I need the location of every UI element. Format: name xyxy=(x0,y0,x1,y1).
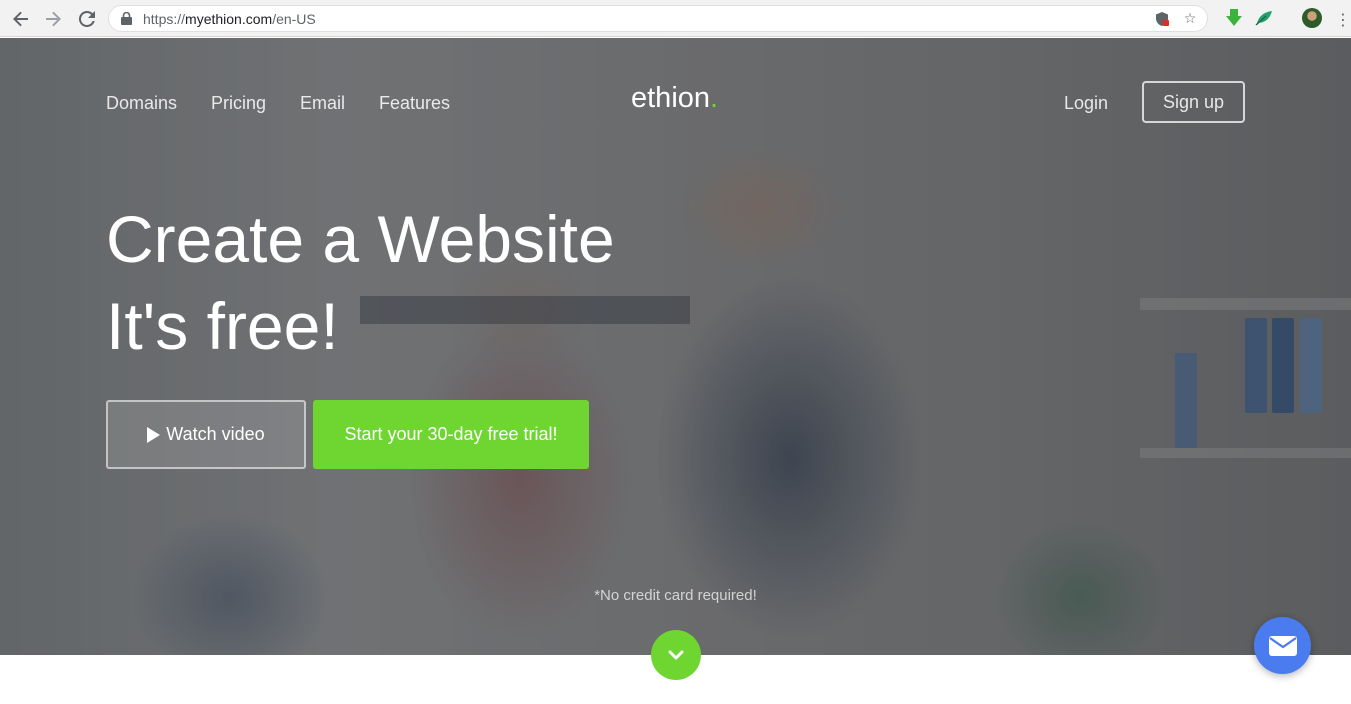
address-bar[interactable]: https://myethion.com/en-US ☆ xyxy=(108,5,1208,32)
browser-toolbar: https://myethion.com/en-US ☆ ⋮ xyxy=(0,0,1351,37)
signup-button[interactable]: Sign up xyxy=(1142,81,1245,123)
nav-link-features[interactable]: Features xyxy=(379,93,450,114)
star-icon[interactable]: ☆ xyxy=(1181,10,1199,28)
download-extension-icon[interactable] xyxy=(1224,8,1244,28)
kebab-menu-icon[interactable]: ⋮ xyxy=(1332,8,1351,30)
play-icon xyxy=(147,426,161,443)
leaf-extension-icon[interactable] xyxy=(1254,8,1274,28)
logo-dot: . xyxy=(710,82,719,114)
nav-link-pricing[interactable]: Pricing xyxy=(211,93,266,114)
site-logo[interactable]: ethion. xyxy=(631,82,718,115)
free-trial-button[interactable]: Start your 30-day free trial! xyxy=(313,400,589,469)
scroll-down-button[interactable] xyxy=(651,630,701,680)
watch-video-button[interactable]: Watch video xyxy=(106,400,306,469)
hero-headline-line2: It's free! xyxy=(106,289,339,363)
hero-section: Domains Pricing Email Features ethion. L… xyxy=(0,38,1351,655)
watch-video-label: Watch video xyxy=(166,424,265,444)
nav-link-email[interactable]: Email xyxy=(300,93,345,114)
profile-avatar[interactable] xyxy=(1302,8,1322,28)
no-credit-card-note: *No credit card required! xyxy=(594,587,757,604)
logo-text: ethion xyxy=(631,82,711,114)
reload-icon[interactable] xyxy=(76,8,98,30)
envelope-icon xyxy=(1268,635,1297,656)
free-trial-label: Start your 30-day free trial! xyxy=(344,424,558,444)
signup-label: Sign up xyxy=(1162,91,1225,112)
back-arrow-icon[interactable] xyxy=(10,8,32,30)
lock-icon xyxy=(121,12,132,25)
contact-mail-button[interactable] xyxy=(1254,617,1311,674)
login-link[interactable]: Login xyxy=(1064,93,1108,114)
url-text: https://myethion.com/en-US xyxy=(143,11,316,27)
forward-arrow-icon[interactable] xyxy=(42,8,64,30)
hero-headline-line1: Create a Website xyxy=(106,202,615,276)
nav-link-domains[interactable]: Domains xyxy=(106,93,177,114)
shield-blocked-icon[interactable] xyxy=(1153,10,1171,28)
chevron-down-icon xyxy=(668,650,684,660)
